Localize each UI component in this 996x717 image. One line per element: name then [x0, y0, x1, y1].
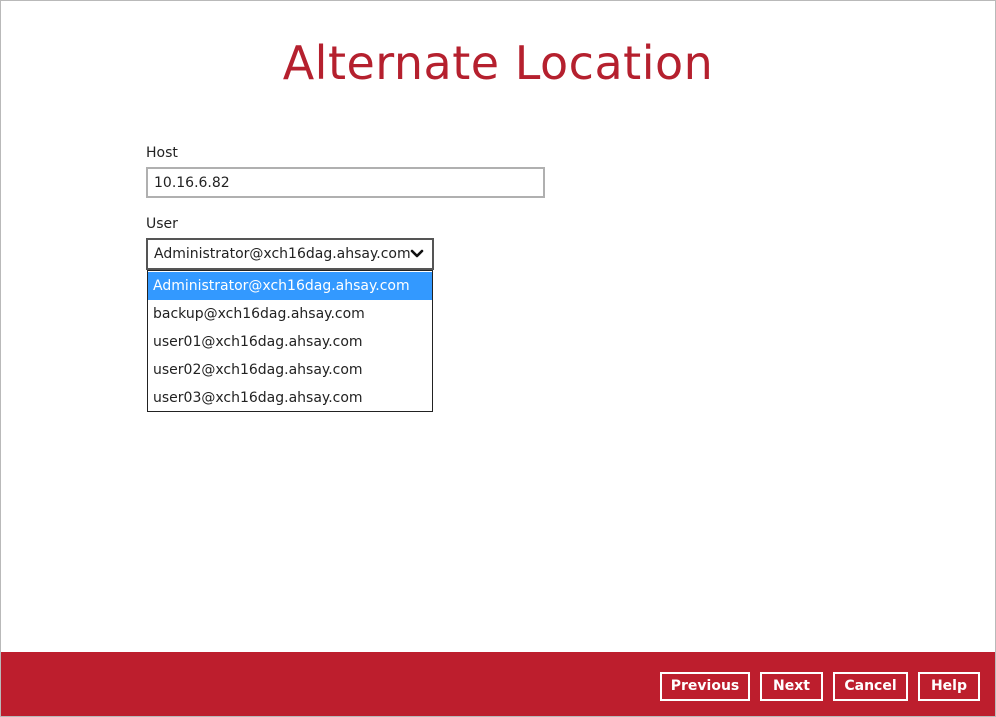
- previous-button[interactable]: Previous: [660, 672, 750, 701]
- host-input[interactable]: [146, 167, 545, 198]
- dropdown-option-user01[interactable]: user01@xch16dag.ahsay.com: [148, 328, 432, 356]
- cancel-button[interactable]: Cancel: [833, 672, 908, 701]
- help-button[interactable]: Help: [918, 672, 980, 701]
- dropdown-option-user02[interactable]: user02@xch16dag.ahsay.com: [148, 356, 432, 384]
- user-select[interactable]: Administrator@xch16dag.ahsay.com: [146, 238, 434, 270]
- user-select-value: Administrator@xch16dag.ahsay.com: [154, 246, 411, 262]
- page-title: Alternate Location: [282, 36, 714, 90]
- dropdown-option-user03[interactable]: user03@xch16dag.ahsay.com: [148, 384, 432, 412]
- dialog-window: Alternate Location Host User Administrat…: [0, 0, 996, 717]
- footer-bar: Previous Next Cancel Help: [1, 652, 995, 716]
- host-label: Host: [146, 145, 178, 161]
- user-dropdown-list: Administrator@xch16dag.ahsay.com backup@…: [147, 270, 433, 412]
- dropdown-option-administrator[interactable]: Administrator@xch16dag.ahsay.com: [148, 272, 432, 300]
- chevron-down-icon[interactable]: [410, 249, 424, 259]
- user-label: User: [146, 216, 178, 232]
- dropdown-option-backup[interactable]: backup@xch16dag.ahsay.com: [148, 300, 432, 328]
- next-button[interactable]: Next: [760, 672, 823, 701]
